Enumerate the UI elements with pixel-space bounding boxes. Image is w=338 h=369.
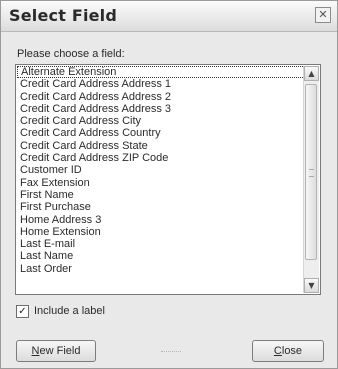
list-item[interactable]: Credit Card Address Address 1 <box>17 78 305 90</box>
choose-field-prompt: Please choose a field: <box>17 48 125 60</box>
list-item[interactable]: Alternate Extension <box>17 66 305 79</box>
list-scrollbar[interactable]: ▲ ▼ <box>303 66 319 293</box>
list-item[interactable]: Credit Card Address Country <box>17 127 305 139</box>
close-mnemonic: C <box>273 345 282 357</box>
list-item[interactable]: Last E-mail <box>17 238 305 250</box>
list-item[interactable]: Customer ID <box>17 164 305 176</box>
close-label: lose <box>281 345 303 357</box>
list-item[interactable]: Credit Card Address ZIP Code <box>17 152 305 164</box>
include-label-checkbox[interactable]: ✓ <box>16 305 29 318</box>
new-field-button[interactable]: New Field <box>16 340 96 362</box>
list-item[interactable]: Credit Card Address State <box>17 140 305 152</box>
include-label-text[interactable]: Include a label <box>34 305 105 317</box>
field-list-items: Alternate Extension Credit Card Address A… <box>17 66 305 293</box>
list-item[interactable]: Last Name <box>17 250 305 262</box>
select-field-dialog: Select Field ✕ Please choose a field: Al… <box>0 0 338 369</box>
scrollbar-thumb[interactable] <box>305 84 317 260</box>
new-field-label: ew Field <box>39 345 81 357</box>
dialog-title: Select Field <box>9 6 118 25</box>
title-bar: Select Field ✕ <box>1 1 337 32</box>
list-item[interactable]: Last Order <box>17 263 305 275</box>
close-icon[interactable]: ✕ <box>315 7 331 23</box>
list-item[interactable]: Credit Card Address City <box>17 115 305 127</box>
field-list[interactable]: Alternate Extension Credit Card Address A… <box>15 64 321 295</box>
close-button[interactable]: Close <box>252 340 324 362</box>
scrollbar-grip-icon <box>309 169 314 177</box>
dialog-resize-grip[interactable] <box>161 351 181 358</box>
scroll-up-arrow-icon[interactable]: ▲ <box>304 66 319 81</box>
list-item[interactable]: Home Extension <box>17 226 305 238</box>
scroll-down-arrow-icon[interactable]: ▼ <box>304 278 319 293</box>
list-item[interactable]: First Name <box>17 189 305 201</box>
list-item[interactable]: Home Address 3 <box>17 214 305 226</box>
list-item[interactable]: Credit Card Address Address 3 <box>17 103 305 115</box>
list-item[interactable]: Fax Extension <box>17 177 305 189</box>
list-item[interactable]: First Purchase <box>17 201 305 213</box>
list-item[interactable]: Credit Card Address Address 2 <box>17 91 305 103</box>
